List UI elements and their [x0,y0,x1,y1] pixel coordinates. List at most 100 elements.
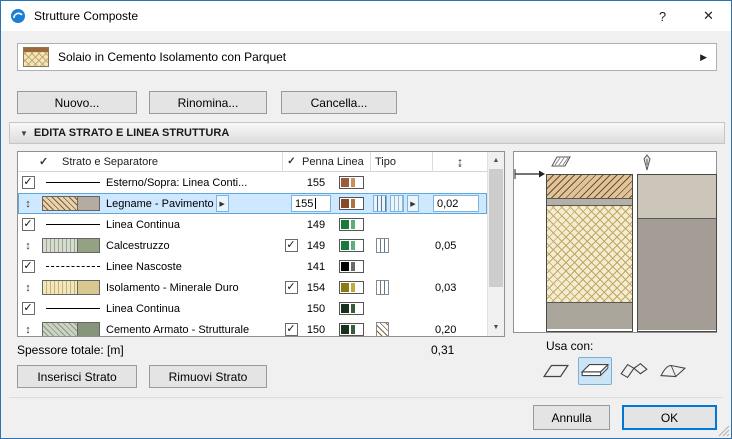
pen-checkbox[interactable]: ✓ [284,281,298,294]
collapse-triangle-icon: ▼ [20,128,28,138]
pen-color-swatch[interactable] [338,239,364,252]
pen-color-stripe [350,241,355,250]
preview-layer[interactable] [547,205,632,302]
use-with-roof-button[interactable] [617,357,651,385]
composite-structures-dialog: Strutture Composte ? ✕ Solaio in Cemento… [0,0,732,439]
composite-selector[interactable]: Solaio in Cemento Isolamento con Parquet… [17,43,717,71]
drag-handle-icon[interactable]: ↕ [25,282,31,294]
drag-handle-icon[interactable]: ↕ [25,240,31,252]
row-visibility-checkbox[interactable]: ✓ [21,302,35,315]
table-cell: 150 [300,319,332,336]
table-cell [282,172,300,193]
insert-skin-button[interactable]: Inserisci Strato [17,365,137,388]
pen-number-input[interactable]: 155 [291,195,331,212]
pen-checkbox[interactable]: ✓ [284,323,298,336]
material-dropdown-button[interactable]: ▶ [215,195,229,212]
preview-layer[interactable] [547,198,632,205]
row-visibility-checkbox[interactable]: ✓ [21,176,35,189]
scroll-down-button[interactable]: ▼ [488,319,504,336]
table-row[interactable]: ✓ Linee Nascoste 141 [18,256,487,277]
composite-thumbnail-icon [23,47,49,67]
fill-type-icon[interactable] [376,322,389,336]
table-row[interactable]: ↕ Cemento Armato - Strutturale ✓ 150 0,20 [18,319,487,336]
preview-layer[interactable] [638,175,716,218]
line-type-button[interactable] [373,195,387,212]
table-header-row: ✓ Strato e Separatore ✓ Penna Linea Tipo… [18,152,487,172]
drag-handle-icon[interactable]: ↕ [25,324,31,336]
shell-icon [660,364,687,378]
scroll-up-button[interactable]: ▲ [488,152,504,169]
pen-color-swatch[interactable] [338,197,364,210]
table-cell: 154 [300,277,332,298]
pen-checkbox[interactable]: ✓ [284,239,298,252]
use-with-wall-button[interactable] [539,357,573,385]
window-title: Strutture Composte [34,9,139,23]
separator-pen-tab-icon[interactable] [641,154,653,171]
material-swatch[interactable] [42,238,100,253]
layer-name: Linee Nascoste [106,260,182,273]
resize-grip[interactable] [718,425,730,437]
table-row[interactable]: ↕ Calcestruzzo ✓ 149 0,05 [18,235,487,256]
pen-color-swatch[interactable] [338,176,364,189]
scrollbar-thumb[interactable] [489,169,503,287]
table-row[interactable]: ↕ Legname - Pavimento ▶ 155 ▶ 0,02 [18,193,487,214]
preview-left-column[interactable] [546,174,633,332]
pen-color-swatch[interactable] [338,323,364,336]
preview-right-column[interactable] [637,174,717,332]
cancel-button[interactable]: Annulla [533,405,610,430]
help-button[interactable]: ? [640,1,685,31]
material-swatch[interactable] [42,322,100,336]
text-caret [315,198,317,209]
table-row[interactable]: ✓ Linea Continua 150 [18,298,487,319]
pen-number: 150 [306,302,326,315]
preview-layer[interactable] [547,175,632,198]
row-visibility-checkbox[interactable]: ✓ [21,218,35,231]
table-row[interactable]: ✓ Linea Continua 149 [18,214,487,235]
table-scrollbar[interactable]: ▲ ▼ [487,152,504,336]
delete-button[interactable]: Cancella... [281,91,397,114]
material-swatch[interactable] [42,280,100,295]
pen-color-stripe [340,199,349,208]
material-surface [77,239,99,252]
pen-color-swatch[interactable] [338,260,364,273]
drag-handle-icon[interactable]: ↕ [25,198,31,210]
pen-color-swatch[interactable] [338,218,364,231]
fill-type-icon[interactable] [376,280,389,295]
use-with-toolbar [539,357,690,385]
use-with-shell-button[interactable] [656,357,690,385]
pen-color-swatch[interactable] [338,302,364,315]
table-cell [332,277,370,298]
rename-button[interactable]: Rinomina... [149,91,267,114]
preview-layer[interactable] [638,218,716,330]
new-button[interactable]: Nuovo... [17,91,137,114]
archicad-app-icon [11,9,25,23]
pen-number: 155 [306,176,326,189]
line-type-dropdown-button[interactable]: ▶ [407,195,419,212]
thickness-input[interactable]: 0,02 [433,195,479,212]
table-row[interactable]: ↕ Isolamento - Minerale Duro ✓ 154 0,03 [18,277,487,298]
skin-table-inner: ✓ Strato e Separatore ✓ Penna Linea Tipo… [18,152,487,336]
pen-color-stripe [340,241,349,250]
table-cell [282,298,300,319]
selector-arrow-icon[interactable]: ▶ [700,52,707,63]
preview-layer[interactable] [547,302,632,329]
fill-pen-tab-icon[interactable] [550,154,572,170]
table-cell [332,193,370,214]
table-row[interactable]: ✓ Esterno/Sopra: Linea Conti... 155 [18,172,487,193]
pen-color-stripe [350,304,355,313]
fill-type-icon[interactable] [376,238,389,253]
remove-skin-button[interactable]: Rimuovi Strato [149,365,267,388]
table-cell [370,298,432,319]
table-cell: ↕ [18,235,38,256]
table-cell: Cemento Armato - Strutturale [104,319,282,336]
use-with-slab-button[interactable] [578,357,612,385]
title-bar[interactable]: Strutture Composte ? ✕ [1,1,731,31]
pen-color-swatch[interactable] [338,281,364,294]
close-button[interactable]: ✕ [686,1,731,31]
thickness-value: 0,05 [435,239,457,252]
ok-button[interactable]: OK [622,405,717,430]
section-edit-skin-header[interactable]: ▼ EDITA STRATO E LINEA STRUTTURA [9,122,725,144]
row-visibility-checkbox[interactable]: ✓ [21,260,35,273]
material-swatch[interactable] [42,196,100,211]
line-type-button[interactable] [390,195,404,212]
